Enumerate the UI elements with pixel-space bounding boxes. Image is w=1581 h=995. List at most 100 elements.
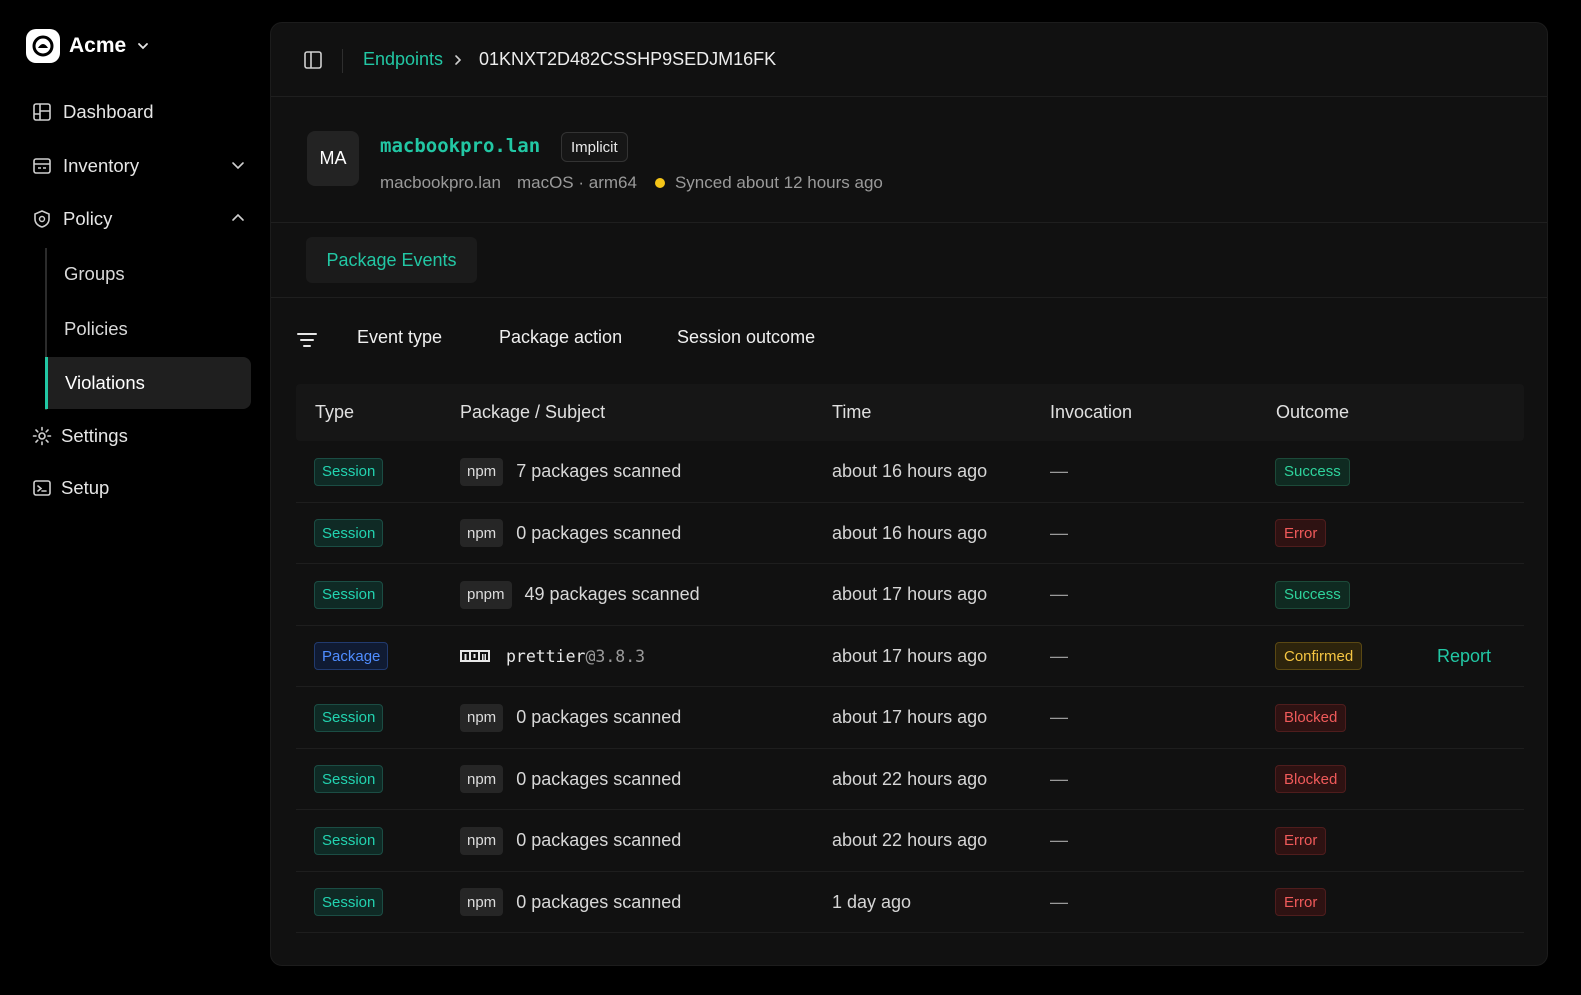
table-row[interactable]: Package prettier @3.8.3 about 17 hours ago —… (296, 626, 1524, 687)
sidebar-item-label: Settings (61, 425, 128, 446)
table-row[interactable]: Session npm 0 packages scanned about 16 hou… (296, 503, 1524, 564)
main-panel: Endpoints 01KNXT2D482CSSHP9SEDJM16FK MA … (270, 22, 1548, 966)
invocation-text: — (1050, 891, 1068, 912)
table-row[interactable]: Session pnpm 49 packages scanned about 17 h… (296, 564, 1524, 626)
chevron-down-icon (136, 39, 150, 53)
package-version: @3.8.3 (585, 646, 646, 666)
filter-bar: Event type Package action Session outcom… (271, 319, 1547, 363)
time-text: about 22 hours ago (832, 830, 988, 850)
breadcrumb-current: 01KNXT2D482CSSHP9SEDJM16FK (479, 49, 777, 69)
sidebar-item-settings[interactable]: Settings (24, 416, 252, 456)
invocation-text: — (1050, 522, 1068, 543)
sidebar-item-setup[interactable]: Setup (24, 468, 252, 508)
outcome-badge: Confirmed (1275, 642, 1363, 670)
type-badge: Session (314, 826, 384, 855)
time-text: about 17 hours ago (832, 707, 988, 727)
divider (342, 49, 343, 73)
tab-package-events[interactable]: Package Events (306, 237, 477, 283)
outcome-badge: Error (1275, 888, 1327, 916)
subject-text: 0 packages scanned (516, 891, 682, 912)
sidebar-toggle-icon[interactable] (303, 50, 325, 72)
table-row[interactable]: Session npm 0 packages scanned about 22 hou… (296, 749, 1524, 810)
package-manager-badge: npm (460, 826, 504, 855)
time-text: about 17 hours ago (832, 645, 988, 666)
topbar: Endpoints 01KNXT2D482CSSHP9SEDJM16FK (271, 23, 1547, 97)
dashboard-icon (31, 101, 53, 123)
subject-text: 49 packages scanned (524, 584, 700, 604)
type-badge: Package (314, 642, 389, 670)
package-manager-badge: npm (460, 703, 504, 732)
type-badge: Session (314, 703, 384, 732)
invocation-text: — (1050, 645, 1068, 666)
sidebar-item-dashboard[interactable]: Dashboard (24, 92, 252, 132)
sidebar-item-inventory[interactable]: Inventory (24, 146, 252, 186)
invocation-text: — (1050, 707, 1068, 727)
subject-text: 7 packages scanned (516, 461, 682, 481)
org-switcher[interactable]: Acme (26, 28, 150, 64)
chevron-right-icon (451, 53, 465, 67)
sidebar-item-label: Policy (63, 208, 113, 229)
inventory-icon (31, 155, 53, 177)
policy-subnav: Groups Policies Violations (45, 248, 253, 410)
outcome-badge: Success (1275, 580, 1350, 609)
sidebar-item-label: Inventory (63, 155, 140, 176)
column-header-time[interactable]: Time (832, 402, 871, 423)
column-header-type[interactable]: Type (315, 402, 354, 423)
outcome-badge: Blocked (1275, 703, 1347, 732)
subject-text: 0 packages scanned (516, 768, 682, 789)
events-table: Type Package / Subject Time Invocation O… (296, 384, 1524, 933)
report-link[interactable]: Report (1437, 646, 1491, 667)
table-row[interactable]: Session npm 7 packages scanned about 16 hou… (296, 441, 1524, 503)
sync-status: Synced about 12 hours ago (674, 173, 883, 192)
page-title: macbookpro.lan (380, 135, 541, 157)
time-text: about 16 hours ago (832, 461, 988, 481)
sidebar-item-label: Dashboard (63, 101, 154, 122)
filter-event-type[interactable]: Event type (357, 327, 442, 348)
outcome-badge: Blocked (1275, 765, 1347, 793)
sidebar-item-groups[interactable]: Groups (47, 248, 253, 300)
package-manager-badge: npm (460, 888, 504, 916)
chevron-down-icon (230, 157, 246, 173)
type-badge: Session (314, 519, 384, 547)
table-row[interactable]: Session npm 0 packages scanned about 17 hou… (296, 687, 1524, 749)
package-name[interactable]: prettier (506, 647, 585, 666)
sidebar-item-violations[interactable]: Violations (45, 357, 251, 409)
invocation-text: — (1050, 830, 1068, 850)
chevron-up-icon (230, 210, 246, 226)
table-row[interactable]: Session npm 0 packages scanned 1 day ago — Er… (296, 872, 1524, 933)
filter-package-action[interactable]: Package action (499, 327, 622, 348)
sidebar-item-label: Setup (61, 477, 110, 498)
time-text: about 22 hours ago (832, 768, 988, 789)
outcome-badge: Success (1275, 457, 1350, 486)
column-header-outcome[interactable]: Outcome (1276, 402, 1349, 423)
sync-status-dot (654, 178, 665, 188)
breadcrumb-endpoints[interactable]: Endpoints (363, 49, 443, 70)
time-text: 1 day ago (832, 891, 912, 912)
package-manager-badge: pnpm (460, 580, 512, 609)
endpoint-header: MA macbookpro.lan Implicit macbookpro.la… (271, 97, 1547, 223)
time-text: about 17 hours ago (832, 584, 988, 604)
column-header-package[interactable]: Package / Subject (460, 402, 605, 423)
table-header: Type Package / Subject Time Invocation O… (296, 384, 1524, 441)
subject-text: 0 packages scanned (516, 830, 682, 850)
sidebar-item-policy[interactable]: Policy (24, 199, 252, 239)
column-header-invocation[interactable]: Invocation (1050, 402, 1132, 423)
sidebar-item-policies[interactable]: Policies (47, 303, 253, 355)
invocation-text: — (1050, 584, 1068, 604)
table-body: Session npm 7 packages scanned about 16 hou… (296, 441, 1524, 933)
acme-logo-icon (26, 29, 60, 63)
platform-label: macOS · arm64 (516, 173, 637, 192)
type-badge: Session (314, 457, 384, 486)
filter-icon[interactable] (297, 332, 317, 355)
tab-bar: Package Events (271, 223, 1547, 298)
terminal-icon (31, 477, 53, 499)
policy-icon (31, 208, 53, 230)
invocation-text: — (1050, 768, 1068, 789)
invocation-text: — (1050, 461, 1068, 481)
sidebar: Acme Dashboard Inventory Policy Groups P… (0, 0, 268, 995)
table-row[interactable]: Session npm 0 packages scanned about 22 hou… (296, 810, 1524, 872)
package-manager-badge: npm (460, 765, 504, 793)
endpoint-meta: macbookpro.lan macOS · arm64 Synced abou… (380, 173, 883, 193)
type-badge: Session (314, 580, 384, 609)
filter-session-outcome[interactable]: Session outcome (677, 327, 815, 348)
